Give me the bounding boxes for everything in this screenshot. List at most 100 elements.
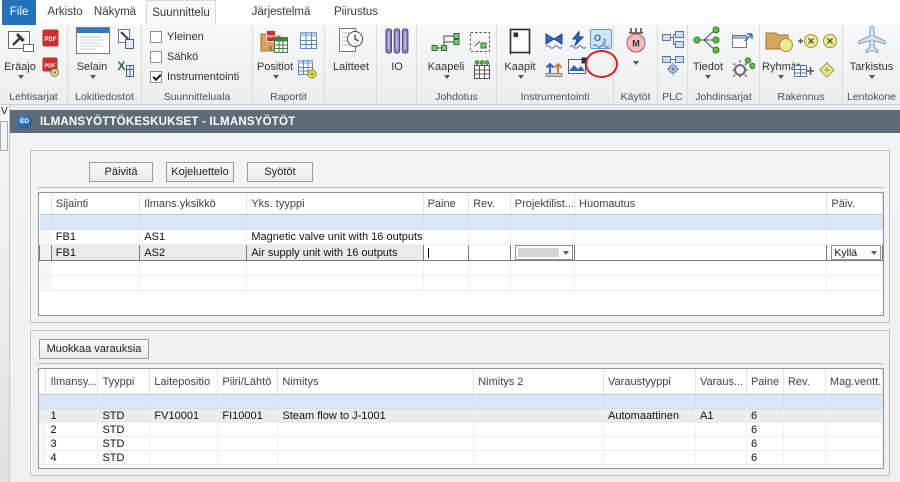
column-header[interactable]: Rev. <box>783 369 825 395</box>
copy-log-icon[interactable] <box>116 29 134 54</box>
paivita-button[interactable]: Päivitä <box>89 162 153 182</box>
grid-add-icon[interactable] <box>794 63 814 84</box>
table-report-icon[interactable] <box>300 32 317 54</box>
collapsed-side-panel-tab[interactable]: V <box>0 105 10 482</box>
syotot-button[interactable]: Syötöt <box>247 162 313 182</box>
diamond-marker-icon[interactable] <box>818 61 836 84</box>
column-header[interactable]: Laitepositio <box>150 369 218 395</box>
side-panel-handle[interactable] <box>0 121 8 151</box>
column-header[interactable]: Paine <box>746 369 783 395</box>
column-header[interactable]: Ilmans.yksikkö <box>140 193 247 215</box>
cell-nro[interactable]: 2 <box>46 423 98 437</box>
transfer-arrows-icon[interactable] <box>544 57 564 82</box>
column-header[interactable]: Nimitys <box>278 369 474 395</box>
highlighted-empty-row[interactable] <box>40 215 883 230</box>
tab-jarjestelma[interactable]: Järjestelmä <box>242 0 320 25</box>
cell-nimitys[interactable]: Steam flow to J-1001 <box>278 409 474 423</box>
tab-piirustus[interactable]: Piirustus <box>324 0 388 25</box>
column-header[interactable]: Huomautus <box>575 193 827 215</box>
cell-sijainti[interactable]: FB1 <box>51 230 139 245</box>
kaapeli-button[interactable]: Kaapeli <box>419 25 473 83</box>
cell-tyyppi[interactable]: Magnetic valve unit with 16 outputs <box>247 230 423 245</box>
projektilista-combobox[interactable] <box>515 245 573 260</box>
table-row[interactable]: 2 STD 6 <box>39 423 883 437</box>
paine-edit-cell[interactable] <box>423 245 469 261</box>
cell-laitepositio[interactable]: FV10001 <box>150 409 218 423</box>
cell-piiri[interactable]: FI10001 <box>218 409 278 423</box>
selected-edit-row[interactable]: FB1 AS2 Air supply unit with 16 outputs … <box>40 245 883 261</box>
cell-tyyppi[interactable]: STD <box>98 437 150 451</box>
cell-nro[interactable]: 1 <box>46 409 98 423</box>
pdf-report-icon[interactable]: PDF <box>42 29 59 52</box>
table-settings-icon[interactable] <box>298 60 317 84</box>
add-group-icon[interactable] <box>797 33 819 54</box>
kaytot-button[interactable]: M <box>614 25 658 83</box>
projektilista-combo-cell[interactable] <box>510 245 574 261</box>
tab-nakyma[interactable]: Näkymä <box>92 0 138 25</box>
plc-settings-icon[interactable] <box>662 56 684 81</box>
cell-tyyppi[interactable]: STD <box>98 409 150 423</box>
valve-icon[interactable] <box>544 31 564 54</box>
group-marker-icon[interactable] <box>822 33 838 54</box>
cell-tyyppi[interactable]: Air supply unit with 16 outputs <box>247 245 423 261</box>
cell-paine[interactable]: 6 <box>746 451 783 465</box>
table-row[interactable]: 3 STD 6 <box>39 437 883 451</box>
column-header[interactable]: Sijainti <box>51 193 139 215</box>
oxygen-instrument-button[interactable]: O2 <box>590 29 612 49</box>
column-header[interactable]: Rev. <box>469 193 511 215</box>
column-header[interactable]: Projektilist... <box>510 193 574 215</box>
table-row[interactable]: FB1 AS1 Magnetic valve unit with 16 outp… <box>40 230 883 245</box>
cell-varaus[interactable]: A1 <box>695 409 746 423</box>
column-header[interactable]: Ilmansy... <box>46 369 98 395</box>
window-export-icon[interactable] <box>732 31 754 54</box>
column-header[interactable]: Yks. tyyppi <box>247 193 423 215</box>
drawing-image-icon[interactable] <box>568 57 588 82</box>
column-header[interactable]: Päiv. <box>827 193 883 215</box>
column-header[interactable]: Tyyppi <box>98 369 150 395</box>
cell-nro[interactable]: 3 <box>46 437 98 451</box>
empty-row[interactable] <box>40 276 883 291</box>
kojeluettelo-button[interactable]: Kojeluettelo <box>166 162 234 182</box>
cell-yksikko[interactable]: AS1 <box>140 230 247 245</box>
cell-paine[interactable]: 6 <box>746 409 783 423</box>
column-header[interactable]: Paine <box>423 193 469 215</box>
column-header[interactable]: Mag.ventt. <box>825 369 882 395</box>
tarkistus-button[interactable]: Tarkistus <box>843 25 900 83</box>
kaapit-button[interactable]: Kaapit <box>499 25 541 83</box>
positiot-button[interactable]: PDFx Positiot <box>253 25 297 83</box>
tab-suunnittelu[interactable]: Suunnittelu <box>146 0 216 25</box>
muokkaa-varauksia-button[interactable]: Muokkaa varauksia <box>39 339 149 359</box>
huomautus-edit-cell[interactable] <box>575 245 827 261</box>
paiv-combo-cell[interactable]: Kyllä <box>827 245 883 261</box>
empty-row[interactable] <box>40 261 883 276</box>
eraajo-button[interactable]: Eräajo <box>0 25 40 83</box>
cell-varaustyyppi[interactable]: Automaattinen <box>604 409 696 423</box>
cell-paine[interactable]: 6 <box>746 437 783 451</box>
cell-nro[interactable]: 4 <box>46 451 98 465</box>
checkbox-yleinen[interactable]: Yleinen <box>150 30 204 44</box>
column-header[interactable]: Piiri/Lähtö <box>218 369 278 395</box>
excel-export-icon[interactable]: X <box>116 57 134 82</box>
cell-yksikko[interactable]: AS2 <box>140 245 247 261</box>
lightning-instrument-icon[interactable] <box>568 31 588 54</box>
checkbox-sahko[interactable]: Sähkö <box>150 50 198 64</box>
harness-settings-icon[interactable] <box>731 57 755 84</box>
column-header[interactable]: Nimitys 2 <box>474 369 604 395</box>
cell-tyyppi[interactable]: STD <box>98 451 150 465</box>
tiedot-button[interactable]: Tiedot <box>688 25 728 83</box>
tab-file[interactable]: File <box>2 0 36 25</box>
highlighted-empty-row[interactable] <box>39 395 883 409</box>
selain-button[interactable]: Selain <box>72 25 112 83</box>
laitteet-button[interactable]: Laitteet <box>325 25 377 83</box>
wiring-grid-icon[interactable] <box>473 60 491 85</box>
selection-marquee-icon[interactable] <box>469 31 491 58</box>
tab-arkisto[interactable]: Arkisto <box>42 0 88 25</box>
table-row[interactable]: 1 STD FV10001 FI10001 Steam flow to J-10… <box>39 409 883 423</box>
cell-paine[interactable]: 6 <box>746 423 783 437</box>
paiv-combobox[interactable]: Kyllä <box>831 245 881 260</box>
checkbox-instrumentointi[interactable]: Instrumentointi <box>150 70 239 84</box>
table-row[interactable]: 4 STD 6 <box>39 451 883 465</box>
io-button[interactable]: IO <box>377 25 417 83</box>
cell-tyyppi[interactable]: STD <box>98 423 150 437</box>
pdf-settings-icon[interactable]: PDF <box>42 57 60 82</box>
